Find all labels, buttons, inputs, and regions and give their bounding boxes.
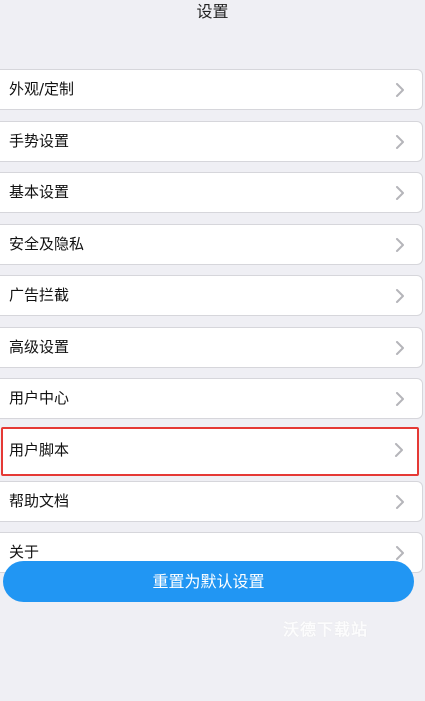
settings-item-security-privacy[interactable]: 安全及隐私 bbox=[0, 224, 423, 265]
chevron-right-icon bbox=[396, 546, 404, 560]
settings-item-advanced[interactable]: 高级设置 bbox=[0, 327, 423, 368]
chevron-right-icon bbox=[396, 495, 404, 509]
settings-item-appearance[interactable]: 外观/定制 bbox=[0, 69, 423, 110]
settings-item-user-scripts[interactable]: 用户脚本 bbox=[1, 427, 419, 476]
settings-item-basic[interactable]: 基本设置 bbox=[0, 172, 423, 213]
page-header: 设置 bbox=[0, 0, 425, 27]
settings-item-ad-block[interactable]: 广告拦截 bbox=[0, 275, 423, 316]
settings-item-label: 帮助文档 bbox=[9, 492, 70, 510]
chevron-right-icon bbox=[396, 238, 404, 252]
settings-item-label: 用户中心 bbox=[9, 389, 70, 407]
settings-item-label: 外观/定制 bbox=[9, 80, 75, 98]
chevron-right-icon bbox=[395, 443, 403, 457]
settings-item-label: 用户脚本 bbox=[9, 441, 70, 459]
chevron-right-icon bbox=[396, 392, 404, 406]
page-title: 设置 bbox=[196, 2, 229, 21]
watermark: 沃德下载站 bbox=[283, 620, 369, 639]
settings-item-gestures[interactable]: 手势设置 bbox=[0, 121, 423, 162]
settings-item-label: 广告拦截 bbox=[9, 286, 70, 304]
settings-item-help-docs[interactable]: 帮助文档 bbox=[0, 481, 423, 522]
chevron-right-icon bbox=[396, 135, 404, 149]
settings-item-label: 手势设置 bbox=[9, 132, 70, 150]
settings-item-label: 基本设置 bbox=[9, 183, 70, 201]
chevron-right-icon bbox=[396, 83, 404, 97]
chevron-right-icon bbox=[396, 186, 404, 200]
chevron-right-icon bbox=[396, 289, 404, 303]
settings-item-label: 安全及隐私 bbox=[9, 235, 85, 253]
settings-item-user-center[interactable]: 用户中心 bbox=[0, 378, 423, 419]
reset-defaults-button[interactable]: 重置为默认设置 bbox=[3, 561, 414, 602]
chevron-right-icon bbox=[396, 341, 404, 355]
settings-item-label: 高级设置 bbox=[9, 338, 70, 356]
